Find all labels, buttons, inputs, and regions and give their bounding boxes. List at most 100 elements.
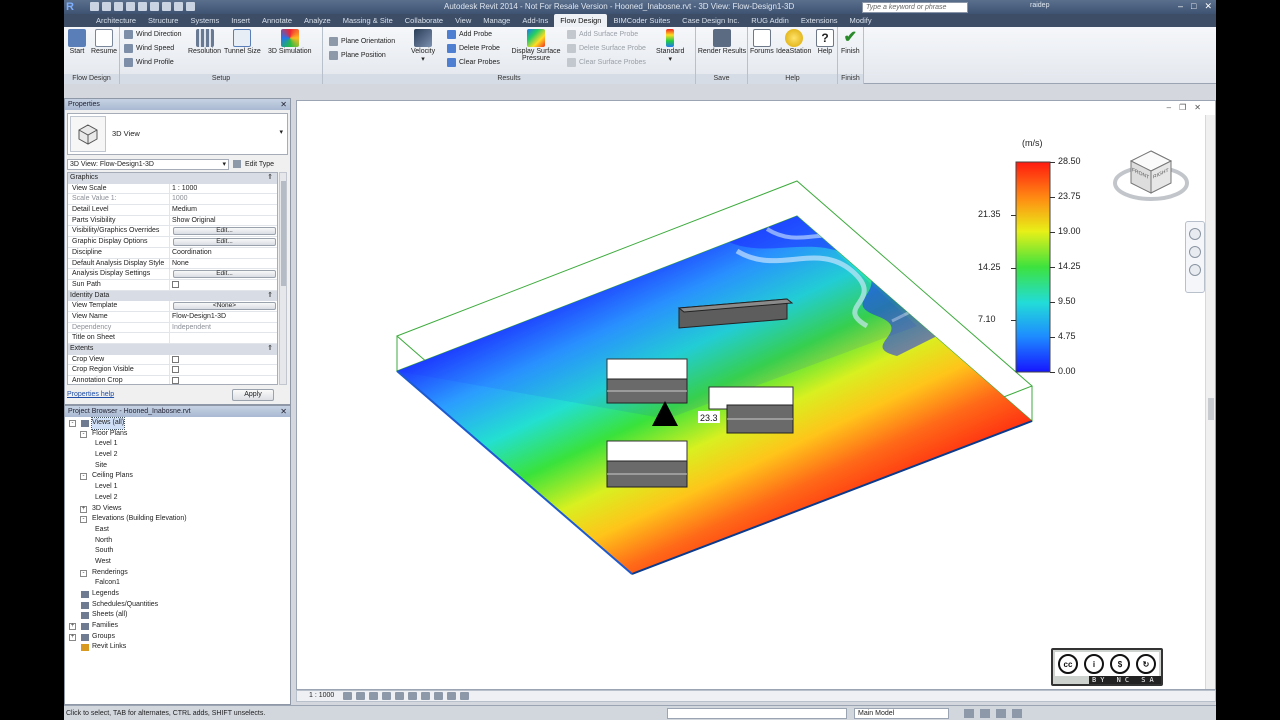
view-instance-selector[interactable]: 3D View: Flow-Design1-3D [67, 158, 229, 170]
apply-button[interactable]: Apply [232, 389, 274, 401]
property-edit-button[interactable]: Edit... [173, 238, 276, 247]
add-probe-button[interactable]: Add Probe [447, 30, 492, 39]
delete-surface-probe-button[interactable]: Delete Surface Probe [567, 44, 646, 53]
measure-icon[interactable] [150, 2, 159, 11]
temporary-hide-icon[interactable] [447, 692, 456, 700]
browser-node[interactable]: Legends [65, 589, 290, 600]
resume-button[interactable]: Resume [91, 29, 117, 55]
open-icon[interactable] [90, 2, 99, 11]
browser-node[interactable]: Schedules/Quantities [65, 600, 290, 611]
property-value[interactable] [170, 376, 277, 384]
tab-annotate[interactable]: Annotate [256, 14, 298, 27]
scrollbar-thumb[interactable] [281, 181, 286, 286]
sun-path-icon[interactable] [369, 692, 378, 700]
reveal-hidden-icon[interactable] [460, 692, 469, 700]
browser-node[interactable]: Level 1 [65, 439, 290, 450]
property-value[interactable] [170, 365, 277, 375]
property-value[interactable]: Coordination [170, 248, 277, 258]
property-value[interactable]: <None> [170, 301, 277, 311]
browser-node[interactable]: +3D Views [65, 504, 290, 515]
property-checkbox[interactable] [172, 366, 179, 374]
print-icon[interactable] [138, 2, 147, 11]
tab-case-design-inc-[interactable]: Case Design Inc. [676, 14, 745, 27]
properties-scrollbar[interactable] [279, 172, 287, 385]
tab-manage[interactable]: Manage [477, 14, 516, 27]
tab-systems[interactable]: Systems [184, 14, 225, 27]
finish-button[interactable]: ✔ Finish [841, 29, 860, 55]
editable-only-icon[interactable] [964, 709, 974, 718]
property-edit-button[interactable]: Edit... [173, 227, 276, 236]
detail-level-icon[interactable] [343, 692, 352, 700]
property-checkbox[interactable] [172, 355, 179, 363]
3d-simulation-button[interactable]: 3D Simulation [268, 29, 312, 55]
property-checkbox[interactable] [172, 280, 179, 288]
shadows-icon[interactable] [382, 692, 391, 700]
standard-button[interactable]: Standard ▾ [656, 29, 684, 63]
section-icon[interactable] [186, 2, 195, 11]
tab-bimcoder-suites[interactable]: BIMCoder Suites [607, 14, 676, 27]
collapse-icon[interactable]: ⇑ [267, 173, 273, 183]
collapse-icon[interactable]: - [80, 516, 87, 524]
collapse-icon[interactable]: - [69, 420, 76, 427]
collapse-icon[interactable]: - [80, 473, 87, 481]
close-icon[interactable]: ✕ [280, 99, 287, 110]
plane-position-button[interactable]: Plane Position [329, 51, 386, 60]
property-value[interactable] [170, 355, 277, 365]
visual-style-icon[interactable] [356, 692, 365, 700]
text-icon[interactable] [162, 2, 171, 11]
collapse-icon[interactable]: ⇑ [267, 344, 273, 354]
help-button[interactable]: ? Help [816, 29, 834, 55]
show-crop-icon[interactable] [421, 692, 430, 700]
plane-orientation-button[interactable]: Plane Orientation [329, 37, 395, 46]
browser-node[interactable]: Site [65, 461, 290, 472]
zoom-icon[interactable] [1189, 246, 1201, 258]
browser-node[interactable]: + Groups [65, 632, 290, 643]
ideastation-button[interactable]: IdeaStation [776, 29, 811, 55]
tab-view[interactable]: View [449, 14, 477, 27]
filter-icon[interactable] [980, 709, 990, 718]
tab-architecture[interactable]: Architecture [90, 14, 142, 27]
wind-speed-button[interactable]: Wind Speed [124, 44, 174, 53]
browser-node[interactable]: + Families [65, 621, 290, 632]
tab-collaborate[interactable]: Collaborate [399, 14, 449, 27]
browser-node[interactable]: North [65, 536, 290, 547]
browser-node[interactable]: Level 2 [65, 450, 290, 461]
tab-extensions[interactable]: Extensions [795, 14, 844, 27]
browser-node[interactable]: - Floor Plans [65, 429, 290, 440]
resolution-button[interactable]: Resolution [188, 29, 221, 55]
clear-surface-probes-button[interactable]: Clear Surface Probes [567, 58, 646, 67]
user-name[interactable]: raidep [1030, 2, 1049, 9]
tab-flow-design[interactable]: Flow Design [554, 14, 608, 27]
browser-node[interactable]: East [65, 525, 290, 536]
forums-button[interactable]: Forums [750, 29, 774, 55]
property-value[interactable]: Edit... [170, 237, 277, 247]
search-input[interactable]: Type a keyword or phrase [862, 2, 968, 13]
close-icon[interactable]: ✕ [1204, 1, 1212, 12]
undo-icon[interactable] [114, 2, 123, 11]
property-group-header[interactable]: Extents ⇑ [68, 344, 277, 355]
type-selector[interactable]: 3D View ▾ [67, 113, 288, 155]
view-scale[interactable]: 1 : 1000 [309, 691, 334, 701]
browser-node[interactable]: Sheets (all) [65, 610, 290, 621]
scrollbar-thumb[interactable] [1208, 398, 1214, 420]
delete-probe-button[interactable]: Delete Probe [447, 44, 500, 53]
browser-node[interactable]: - Views (all) [65, 417, 290, 430]
velocity-button[interactable]: Velocity ▾ [411, 29, 435, 63]
browser-node[interactable]: West [65, 557, 290, 568]
select-links-icon[interactable] [996, 709, 1006, 718]
browser-node[interactable]: South [65, 546, 290, 557]
browser-node[interactable]: Revit Links [65, 642, 290, 653]
property-value[interactable]: 1 : 1000 [170, 184, 277, 194]
property-checkbox[interactable] [172, 377, 179, 384]
maximize-icon[interactable]: □ [1191, 1, 1196, 12]
lock-icon[interactable] [434, 692, 443, 700]
minimize-icon[interactable]: – [1178, 1, 1183, 12]
property-value[interactable]: Show Original [170, 216, 277, 226]
tab-add-ins[interactable]: Add-Ins [516, 14, 554, 27]
browser-node[interactable]: - Ceiling Plans [65, 471, 290, 482]
tunnel-size-button[interactable]: Tunnel Size [224, 29, 261, 55]
tab-massing-site[interactable]: Massing & Site [337, 14, 399, 27]
viewcube[interactable]: FRONT RIGHT [1111, 141, 1191, 211]
display-surface-pressure-button[interactable]: Display Surface Pressure [511, 29, 561, 62]
wind-direction-button[interactable]: Wind Direction [124, 30, 182, 39]
